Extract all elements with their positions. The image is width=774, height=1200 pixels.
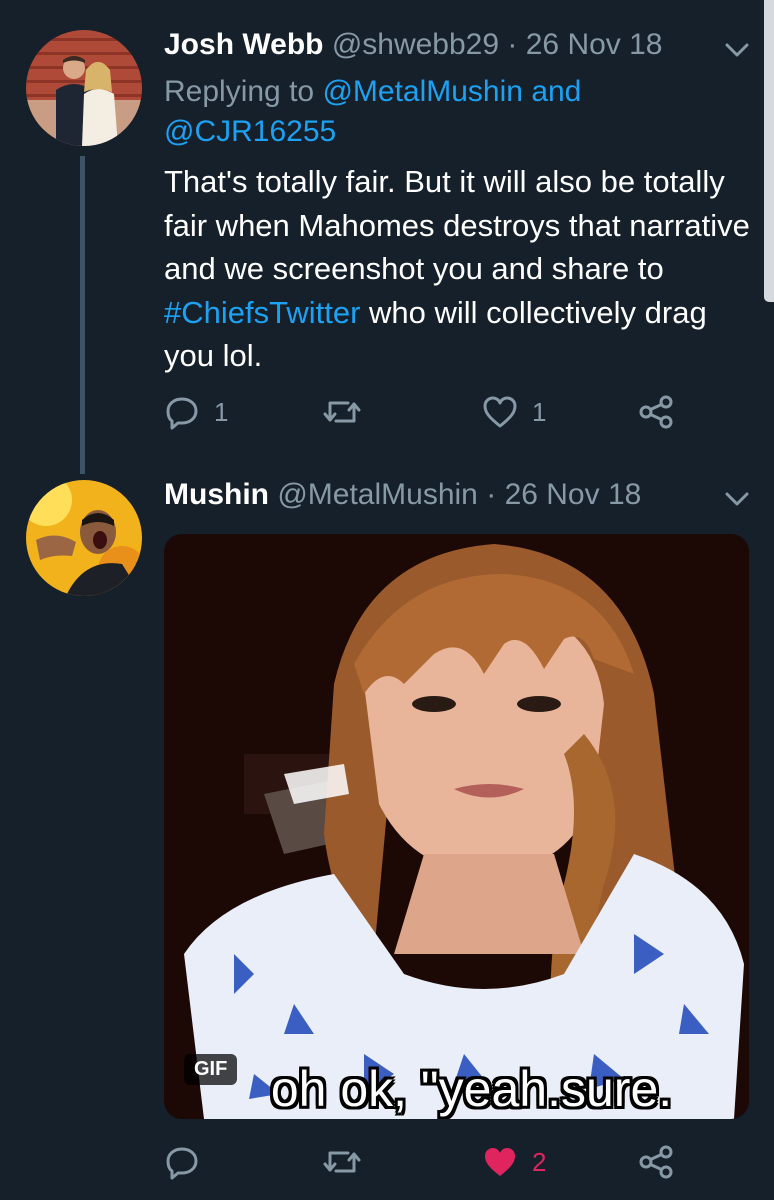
reply-button[interactable] [164,1142,214,1182]
tweet-text-part: That's totally fair. But it will also be… [164,164,750,286]
retweet-icon [322,394,362,430]
like-button[interactable]: 1 [482,392,546,432]
chevron-down-icon[interactable] [722,484,752,514]
tweet-date[interactable]: 26 Nov 18 [505,478,642,511]
mention-link[interactable]: @CJR16255 [164,115,336,148]
like-button[interactable]: 2 [482,1142,546,1182]
user-handle[interactable]: @shwebb29 [332,28,499,61]
like-icon [482,394,518,430]
retweet-icon [322,1144,362,1180]
gif-badge: GIF [184,1054,238,1085]
retweet-button[interactable] [322,1142,376,1182]
chevron-down-icon[interactable] [722,35,752,65]
share-button[interactable] [638,392,674,432]
replying-to: Replying to @MetalMushin and @CJR16255 [164,72,724,152]
reply-icon [164,1144,200,1180]
avatar[interactable] [26,480,142,596]
gif-caption: oh ok, "yeah.sure. [270,1061,673,1117]
scrollbar[interactable] [764,0,774,302]
gif-media[interactable]: oh ok, "yeah.sure. GIF [164,534,749,1119]
tweet-actions: 1 1 [0,392,774,432]
gif-image [164,534,749,1119]
separator-dot: · [507,28,518,61]
tweet-date[interactable]: 26 Nov 18 [526,28,663,61]
reply-icon [164,394,200,430]
share-icon [638,1144,674,1180]
display-name[interactable]: Mushin [164,478,269,511]
reply-count: 1 [214,396,229,427]
like-count: 1 [532,396,547,427]
avatar[interactable] [26,30,142,146]
like-icon [482,1144,518,1180]
separator-dot: · [486,478,497,511]
tweet-header: Mushin @MetalMushin · 26 Nov 18 [164,477,641,513]
replying-to-label: Replying to [164,75,315,108]
mention-link[interactable]: @MetalMushin [322,75,523,108]
user-handle[interactable]: @MetalMushin [277,478,478,511]
reply-button[interactable]: 1 [164,392,228,432]
tweet-text: That's totally fair. But it will also be… [164,160,754,378]
like-count: 2 [532,1146,547,1177]
share-icon [638,394,674,430]
tweet-header: Josh Webb @shwebb29 · 26 Nov 18 [164,27,663,63]
hashtag-link[interactable]: #ChiefsTwitter [164,295,360,330]
retweet-button[interactable] [322,392,376,432]
display-name[interactable]: Josh Webb [164,28,323,61]
reply-and[interactable]: and [531,75,581,108]
share-button[interactable] [638,1142,674,1182]
tweet-actions: 2 [0,1142,774,1182]
